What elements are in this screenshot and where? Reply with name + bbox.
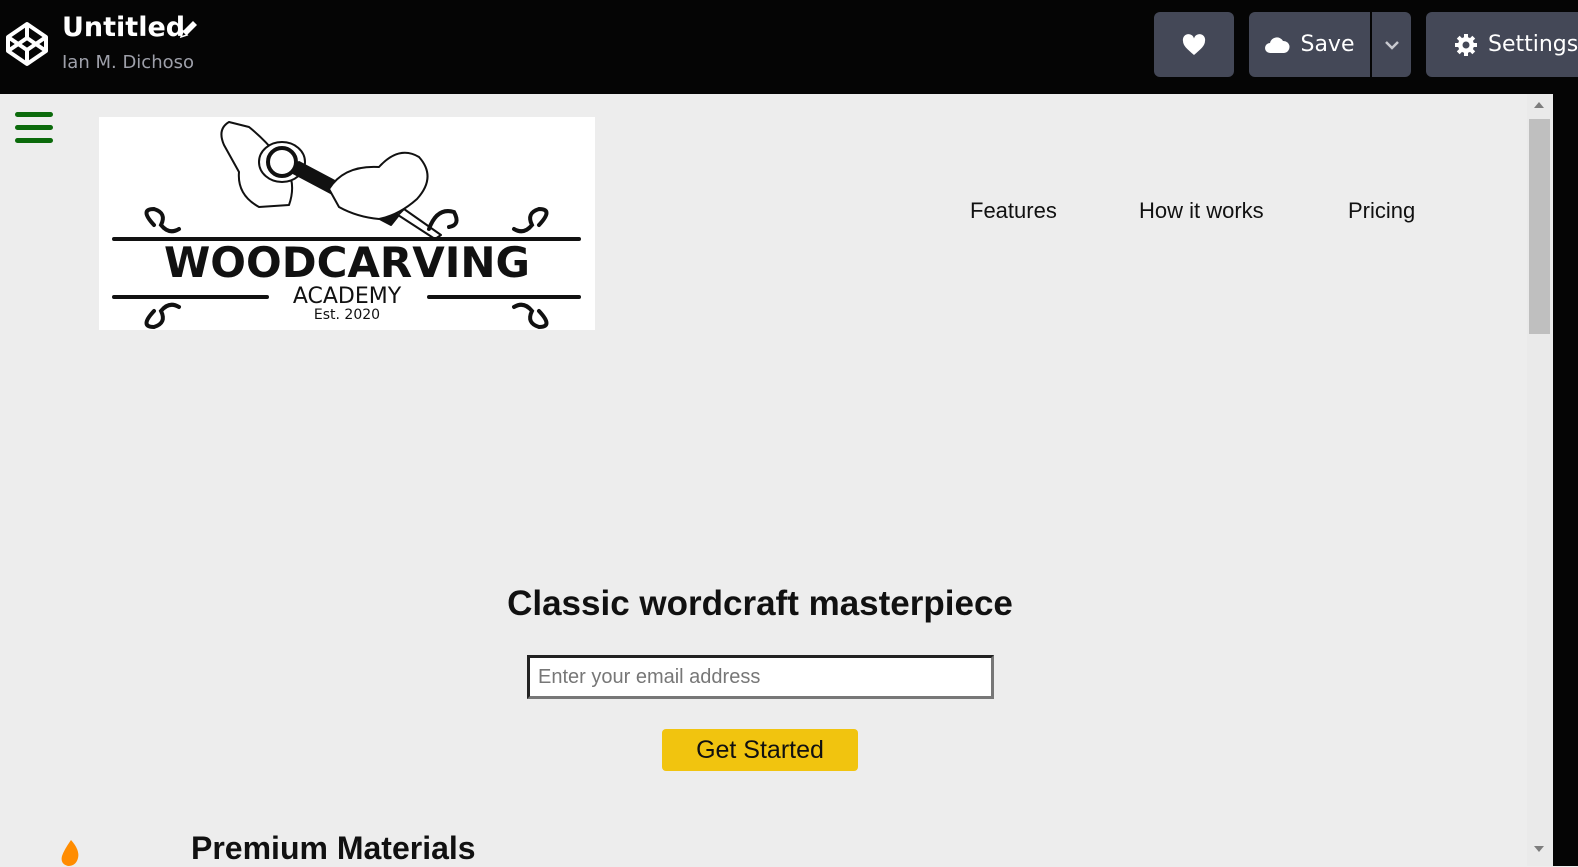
logo-established: Est. 2020 <box>314 307 380 323</box>
site-logo[interactable]: WOODCARVING ACADEMY Est. 2020 <box>99 117 595 330</box>
pencil-icon[interactable] <box>178 18 200 40</box>
nav-link-how-it-works[interactable]: How it works <box>1139 198 1264 224</box>
save-label: Save <box>1300 32 1355 57</box>
logo-title: WOODCARVING <box>164 238 530 287</box>
settings-button[interactable]: Settings <box>1426 12 1578 77</box>
scrollbar-thumb[interactable] <box>1529 119 1550 334</box>
hero-headline: Classic wordcraft masterpiece <box>507 584 1013 623</box>
settings-label: Settings <box>1488 32 1578 57</box>
section-title: Premium Materials <box>191 830 476 866</box>
woodcarving-logo-image: WOODCARVING ACADEMY Est. 2020 <box>112 121 581 330</box>
codepen-logo-icon[interactable] <box>4 20 50 68</box>
save-dropdown-button[interactable] <box>1372 12 1411 77</box>
cloud-icon <box>1265 36 1291 53</box>
author-name[interactable]: Ian M. Dichoso <box>62 52 194 73</box>
love-button[interactable] <box>1154 12 1234 77</box>
preview-scrollbar[interactable] <box>1527 94 1553 866</box>
gear-icon <box>1455 33 1477 56</box>
chevron-down-icon <box>1384 40 1399 50</box>
pen-title[interactable]: Untitled <box>62 12 185 43</box>
nav-link-features[interactable]: Features <box>970 198 1057 224</box>
scroll-up-arrow-icon[interactable] <box>1534 102 1544 108</box>
email-input[interactable] <box>527 655 994 699</box>
scroll-down-arrow-icon[interactable] <box>1534 846 1544 852</box>
nav-link-pricing[interactable]: Pricing <box>1348 198 1415 224</box>
get-started-button[interactable]: Get Started <box>662 729 858 771</box>
editor-edge <box>1553 94 1578 866</box>
editor-header: Untitled Ian M. Dichoso Save Settings <box>0 0 1578 94</box>
fire-icon <box>61 840 79 866</box>
logo-subtitle: ACADEMY <box>293 284 402 309</box>
heart-icon <box>1182 33 1206 55</box>
save-button[interactable]: Save <box>1249 12 1370 77</box>
hamburger-menu-icon[interactable] <box>15 112 53 144</box>
